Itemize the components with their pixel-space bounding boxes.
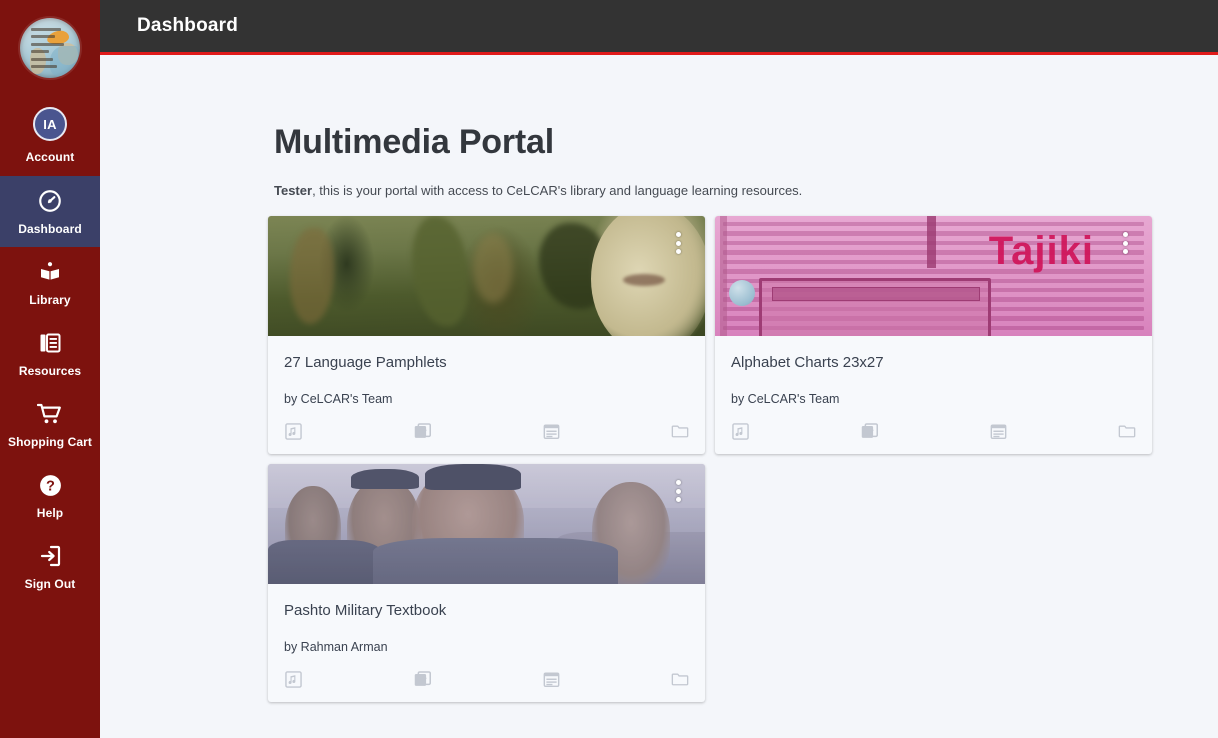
sidebar-item-label-shopping-cart: Shopping Cart [8,435,92,449]
card-thumbnail-alphabet-charts[interactable]: Tajiki [715,216,1152,336]
kebab-menu-icon [675,240,681,246]
sidebar-item-shopping-cart[interactable]: Shopping Cart [0,389,100,460]
sidebar-item-account[interactable]: IA Account [0,92,100,176]
video-library-icon[interactable] [405,666,439,692]
app-root: IA Account Dashboard Library Resources S… [0,0,1218,738]
sidebar-item-label-library: Library [29,293,71,307]
content-area: Multimedia Portal Tester, this is your p… [100,55,1218,738]
card-thumbnail-pashto-military-textbook[interactable] [268,464,705,584]
card-author: by Rahman Arman [284,640,388,654]
card-language-pamphlets[interactable]: 27 Language Pamphlets by CeLCAR's Team [268,216,705,454]
folder-icon[interactable] [663,418,697,444]
svg-text:?: ? [46,478,55,494]
main-region: Dashboard Multimedia Portal Tester, this… [100,0,1218,738]
thumb-color-tint [268,464,705,584]
avatar-initials-icon: IA [33,107,67,141]
card-grid: 27 Language Pamphlets by CeLCAR's Team T… [100,198,1218,702]
sidebar-item-label-dashboard: Dashboard [18,222,82,236]
card-body: Pashto Military Textbook by Rahman Arman [268,584,705,654]
text-snippet-icon[interactable] [534,666,568,692]
video-library-icon[interactable] [405,418,439,444]
header-title: Dashboard [137,15,239,36]
card-thumbnail-language-pamphlets[interactable] [268,216,705,336]
kebab-menu-icon [675,232,681,237]
page-header: Multimedia Portal Tester, this is your p… [100,55,1218,198]
card-menu-button-language-pamphlets[interactable] [669,230,687,256]
text-snippet-icon[interactable] [534,418,568,444]
music-note-icon[interactable] [723,418,757,444]
sidebar-item-label-resources: Resources [18,364,82,378]
sidebar: IA Account Dashboard Library Resources S… [0,0,100,738]
music-note-icon[interactable] [276,418,310,444]
card-actions [715,418,1152,454]
music-note-icon[interactable] [276,666,310,692]
sidebar-item-library[interactable]: Library [0,247,100,318]
video-library-icon[interactable] [852,418,886,444]
avatar: IA [33,105,67,143]
thumb-figure-mid [412,216,469,326]
kebab-menu-icon [675,249,681,254]
greeting-username: Tester [274,183,313,198]
thumb-figure-left [289,228,334,324]
open-book-icon [38,259,62,285]
greeting-text: , this is your portal with access to CeL… [312,183,803,198]
kebab-menu-icon [675,480,681,485]
thumb-horse [473,232,514,303]
card-actions [268,666,705,702]
thumb-face-lips [623,274,665,286]
sidebar-item-label-account: Account [25,150,75,164]
card-author: by CeLCAR's Team [731,392,840,406]
top-header: Dashboard [100,0,1218,55]
globe-text-overlay [31,28,67,68]
thumb-chart-panel [759,278,991,336]
kebab-menu-icon [1122,249,1128,254]
thumb-chart-divider [927,216,936,268]
card-title: Alphabet Charts 23x27 [731,354,884,371]
page-subtitle: Tester, this is your portal with access … [274,183,1218,198]
text-snippet-icon[interactable] [981,418,1015,444]
card-title: 27 Language Pamphlets [284,354,447,371]
card-menu-button-pashto-military-textbook[interactable] [669,478,687,504]
sidebar-item-resources[interactable]: Resources [0,318,100,389]
kebab-menu-icon [1122,232,1128,237]
thumb-language-label: Tajiki [988,229,1094,273]
folder-icon[interactable] [663,666,697,692]
sidebar-item-sign-out[interactable]: Sign Out [0,531,100,602]
document-stack-icon [38,330,62,356]
sign-out-icon [38,543,62,569]
kebab-menu-icon [675,488,681,494]
kebab-menu-icon [675,497,681,502]
speedometer-icon [37,188,63,214]
kebab-menu-icon [1122,240,1128,246]
shopping-cart-icon [37,401,63,427]
card-title: Pashto Military Textbook [284,602,447,619]
card-alphabet-charts[interactable]: Tajiki Alphabet Charts 23x27 by CeLCAR's… [715,216,1152,454]
thumb-chart-left-rule [720,216,727,336]
sidebar-logo[interactable] [20,0,80,92]
card-body: 27 Language Pamphlets by CeLCAR's Team [268,336,705,406]
card-menu-button-alphabet-charts[interactable] [1116,230,1134,256]
page-title: Multimedia Portal [274,123,554,161]
thumb-chart-globe-logo [729,280,755,306]
folder-icon[interactable] [1110,418,1144,444]
card-body: Alphabet Charts 23x27 by CeLCAR's Team [715,336,1152,406]
sidebar-item-label-sign-out: Sign Out [24,577,76,591]
question-circle-icon: ? [38,472,63,498]
sidebar-item-dashboard[interactable]: Dashboard [0,176,100,247]
card-actions [268,418,705,454]
card-pashto-military-textbook[interactable]: Pashto Military Textbook by Rahman Arman [268,464,705,702]
sidebar-item-label-help: Help [36,506,64,520]
card-author: by CeLCAR's Team [284,392,393,406]
sidebar-item-help[interactable]: ? Help [0,460,100,531]
celcar-globe-logo [20,18,80,78]
thumb-chart-panel-heading [772,287,980,301]
